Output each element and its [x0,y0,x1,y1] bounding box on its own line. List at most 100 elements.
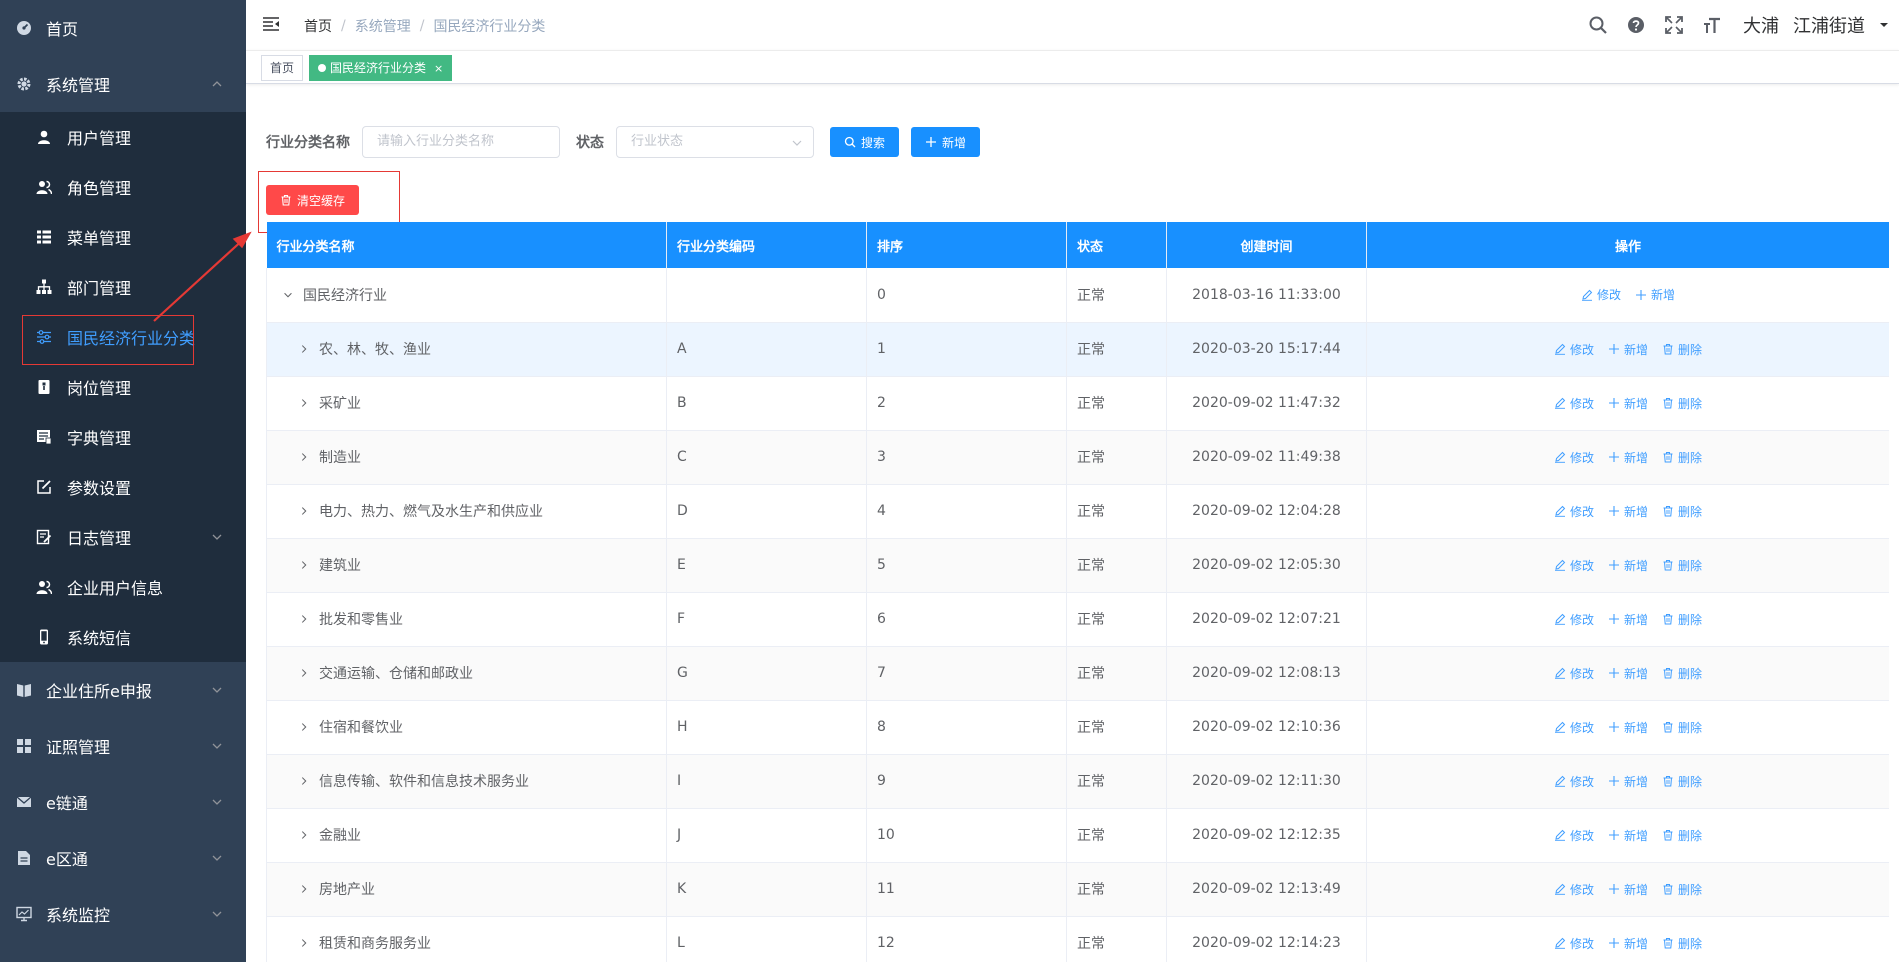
chevron-right-icon[interactable] [297,396,311,410]
tag-industry[interactable]: 国民经济行业分类 × [309,55,453,81]
table-row[interactable]: 金融业 J 10 正常 2020-09-02 12:12:35 修改 新增 删除 [266,808,1889,863]
table-row[interactable]: 租赁和商务服务业 L 12 正常 2020-09-02 12:14:23 修改 新增 删除 [266,916,1889,962]
chevron-right-icon[interactable] [297,504,311,518]
font-size-icon[interactable] [1701,14,1723,36]
sidebar-item-license[interactable]: 证照管理 [0,718,246,774]
delete-button[interactable]: 删除 [1662,449,1702,466]
table-row[interactable]: 住宿和餐饮业 H 8 正常 2020-09-02 12:10:36 修改 新增 删除 [266,700,1889,755]
table-row[interactable]: 批发和零售业 F 6 正常 2020-09-02 12:07:21 修改 新增 删除 [266,592,1889,647]
sidebar-item-monitor[interactable]: 系统监控 [0,886,246,942]
chevron-right-icon[interactable] [297,828,311,842]
search-icon[interactable] [1587,14,1609,36]
edit-button[interactable]: 修改 [1554,503,1594,520]
edit-button[interactable]: 修改 [1554,611,1594,628]
doc-icon [16,850,32,866]
table-row[interactable]: 房地产业 K 11 正常 2020-09-02 12:13:49 修改 新增 删除 [266,862,1889,917]
delete-button[interactable]: 删除 [1662,557,1702,574]
delete-button[interactable]: 删除 [1662,503,1702,520]
edit-button[interactable]: 修改 [1554,665,1594,682]
sidebar-item-users[interactable]: 用户管理 [0,112,246,162]
delete-button[interactable]: 删除 [1662,341,1702,358]
chevron-right-icon[interactable] [297,612,311,626]
sidebar-item-elink[interactable]: e链通 [0,774,246,830]
chevron-right-icon[interactable] [297,666,311,680]
sidebar-item-industry[interactable]: 国民经济行业分类 [0,312,246,362]
chevron-right-icon[interactable] [297,882,311,896]
sidebar-item-roles[interactable]: 角色管理 [0,162,246,212]
table-row[interactable]: 交通运输、仓储和邮政业 G 7 正常 2020-09-02 12:08:13 修改 新增 删除 [266,646,1889,701]
table-row[interactable]: 农、林、牧、渔业 A 1 正常 2020-03-20 15:17:44 修改 新增 删除 [266,322,1889,377]
chevron-down-icon[interactable] [281,288,295,302]
close-icon[interactable]: × [434,62,443,75]
add-child-button[interactable]: 新增 [1608,935,1648,952]
add-child-button[interactable]: 新增 [1608,827,1648,844]
sidebar-item-config[interactable]: 参数设置 [0,462,246,512]
breadcrumb-home[interactable]: 首页 [304,16,332,36]
add-child-button[interactable]: 新增 [1608,449,1648,466]
delete-button[interactable]: 删除 [1662,773,1702,790]
edit-button[interactable]: 修改 [1554,449,1594,466]
table-row[interactable]: 国民经济行业 0 正常 2018-03-16 11:33:00 修改 新增 [266,268,1889,323]
add-child-button[interactable]: 新增 [1608,611,1648,628]
sidebar-item-system[interactable]: 系统管理 [0,56,246,112]
user-dropdown[interactable]: 大浦 江浦街道 [1743,12,1899,38]
delete-button[interactable]: 删除 [1662,719,1702,736]
sidebar-item-home[interactable]: 首页 [0,0,246,56]
table-row[interactable]: 信息传输、软件和信息技术服务业 I 9 正常 2020-09-02 12:11:30 修改… [266,754,1889,809]
edit-button[interactable]: 修改 [1554,395,1594,412]
delete-button[interactable]: 删除 [1662,611,1702,628]
edit-button[interactable]: 修改 [1554,935,1594,952]
chevron-right-icon[interactable] [297,450,311,464]
chevron-right-icon[interactable] [297,720,311,734]
breadcrumb-system[interactable]: 系统管理 [355,16,411,36]
edit-button[interactable]: 修改 [1554,827,1594,844]
sidebar-item-depts[interactable]: 部门管理 [0,262,246,312]
add-child-button[interactable]: 新增 [1608,557,1648,574]
edit-button[interactable]: 修改 [1554,881,1594,898]
name-input[interactable]: 请输入行业分类名称 [362,126,560,158]
delete-button[interactable]: 删除 [1662,881,1702,898]
chevron-right-icon[interactable] [297,936,311,950]
sidebar-item-posts[interactable]: 岗位管理 [0,362,246,412]
delete-button[interactable]: 删除 [1662,935,1702,952]
edit-button[interactable]: 修改 [1581,286,1621,303]
clear-cache-button[interactable]: 清空缓存 [266,185,360,215]
table-row[interactable]: 电力、热力、燃气及水生产和供应业 D 4 正常 2020-09-02 12:04:28 修… [266,484,1889,539]
add-child-button[interactable]: 新增 [1635,286,1675,303]
chevron-right-icon[interactable] [297,342,311,356]
table-row[interactable]: 建筑业 E 5 正常 2020-09-02 12:05:30 修改 新增 删除 [266,538,1889,593]
edit-button[interactable]: 修改 [1554,719,1594,736]
fullscreen-icon[interactable] [1663,14,1685,36]
hamburger-icon[interactable] [262,15,280,33]
edit-button[interactable]: 修改 [1554,557,1594,574]
add-child-button[interactable]: 新增 [1608,665,1648,682]
status-select[interactable]: 行业状态 [616,126,814,158]
add-button[interactable]: 新增 [911,127,981,157]
add-child-button[interactable]: 新增 [1608,719,1648,736]
delete-button[interactable]: 删除 [1662,665,1702,682]
question-icon[interactable] [1625,14,1647,36]
edit-button[interactable]: 修改 [1554,341,1594,358]
cell-code: C [666,430,867,485]
tag-home[interactable]: 首页 [261,55,304,81]
chevron-right-icon[interactable] [297,558,311,572]
delete-button[interactable]: 删除 [1662,395,1702,412]
sidebar-item-sms[interactable]: 系统短信 [0,612,246,662]
sidebar-item-menus[interactable]: 菜单管理 [0,212,246,262]
sidebar-item-address-report[interactable]: 企业住所e申报 [0,662,246,718]
edit-button[interactable]: 修改 [1554,773,1594,790]
add-child-button[interactable]: 新增 [1608,503,1648,520]
search-button[interactable]: 搜索 [830,127,900,157]
add-child-button[interactable]: 新增 [1608,773,1648,790]
table-row[interactable]: 采矿业 B 2 正常 2020-09-02 11:47:32 修改 新增 删除 [266,376,1889,431]
sidebar-item-enterprise-users[interactable]: 企业用户信息 [0,562,246,612]
add-child-button[interactable]: 新增 [1608,341,1648,358]
add-child-button[interactable]: 新增 [1608,881,1648,898]
sidebar-item-dict[interactable]: 字典管理 [0,412,246,462]
add-child-button[interactable]: 新增 [1608,395,1648,412]
table-row[interactable]: 制造业 C 3 正常 2020-09-02 11:49:38 修改 新增 删除 [266,430,1889,485]
sidebar-item-logs[interactable]: 日志管理 [0,512,246,562]
chevron-right-icon[interactable] [297,774,311,788]
sidebar-item-edistrict[interactable]: e区通 [0,830,246,886]
delete-button[interactable]: 删除 [1662,827,1702,844]
